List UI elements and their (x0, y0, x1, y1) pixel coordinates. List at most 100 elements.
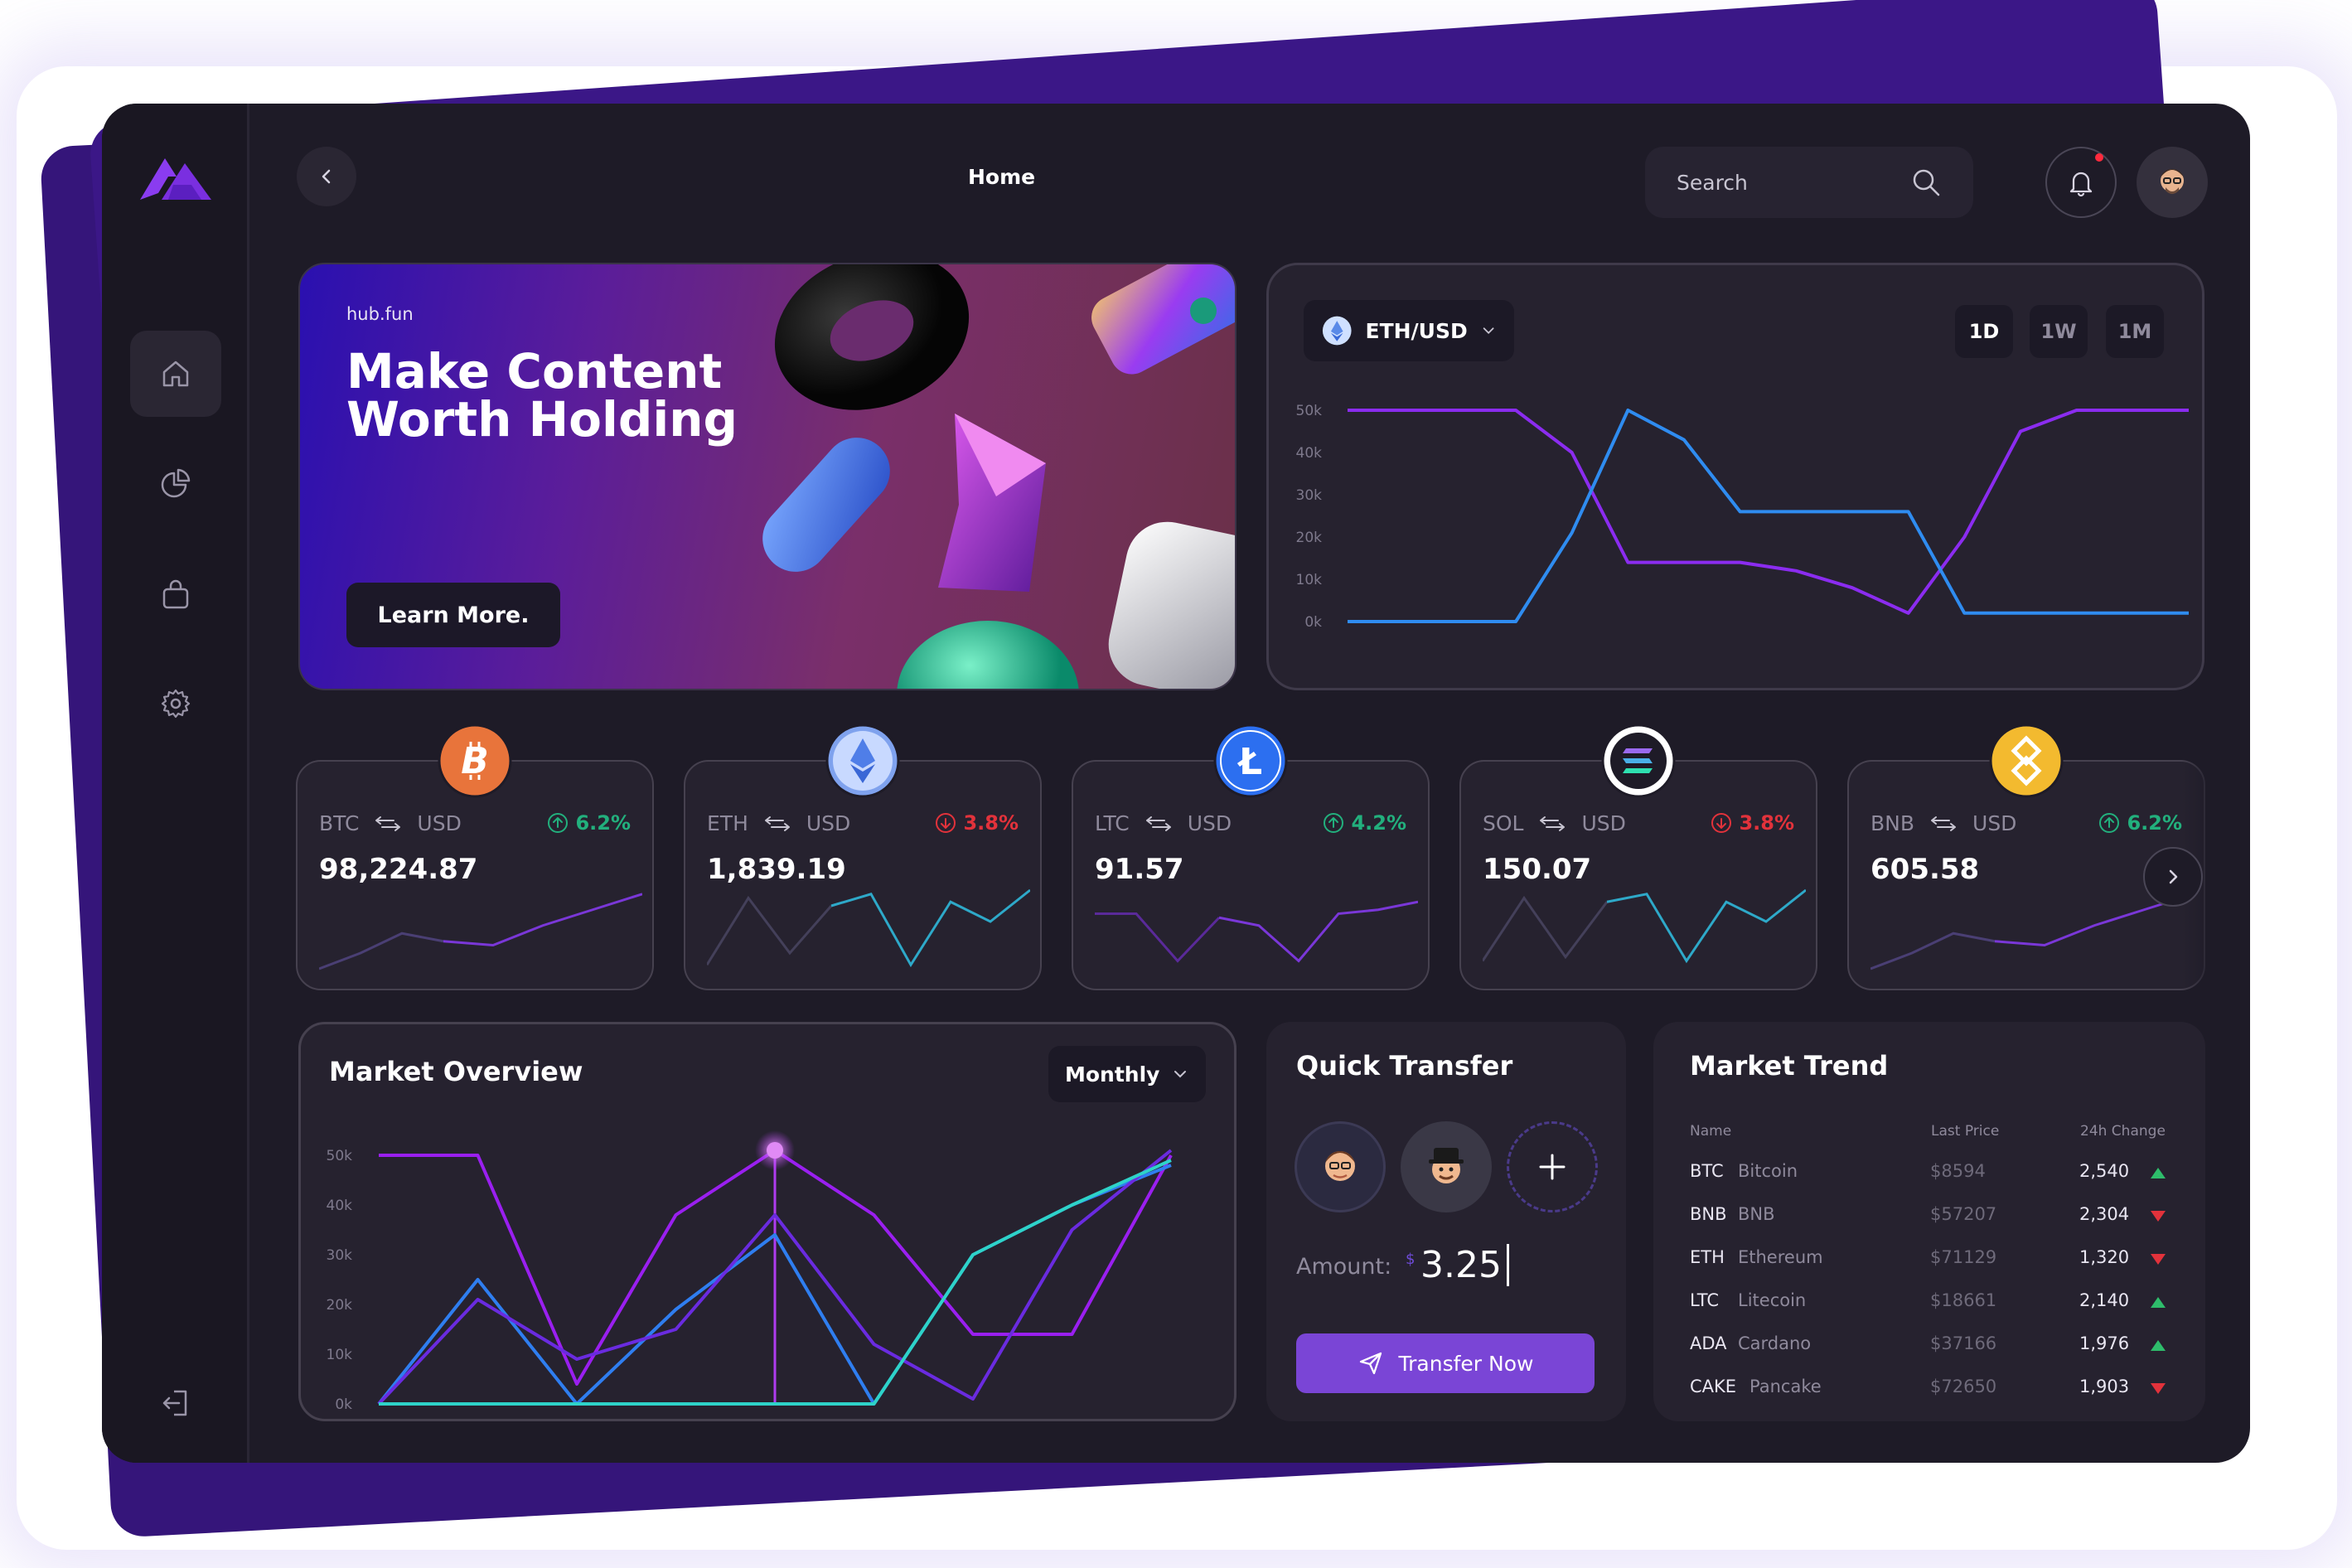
sidebar-item-settings[interactable] (130, 661, 221, 747)
coin-icon-badge (825, 724, 900, 798)
last-price: $8594 (1930, 1161, 1986, 1181)
sidebar-item-shop[interactable] (130, 551, 221, 637)
change-value: 2,304 (2079, 1204, 2130, 1224)
last-price: $72650 (1930, 1377, 1997, 1396)
exchange-arrows-icon (764, 815, 790, 831)
coin-change: 6.2% (2098, 811, 2182, 835)
range-1m-button[interactable]: 1M (2106, 305, 2164, 358)
coin-pair: BTC USD (319, 811, 462, 835)
transfer-now-button[interactable]: Transfer Now (1296, 1333, 1595, 1393)
coin-icon-badge: Ł (1213, 724, 1288, 798)
logout-button[interactable] (130, 1360, 221, 1446)
last-price: $18661 (1930, 1290, 1997, 1310)
coin-symbol: CAKE (1690, 1377, 1737, 1396)
ticker-next-button[interactable] (2143, 847, 2203, 907)
coin-symbol: BNB (1690, 1204, 1727, 1224)
arrow-up-circle-icon (2099, 813, 2120, 833)
range-1w-button[interactable]: 1W (2030, 305, 2088, 358)
range-1d-button[interactable]: 1D (1955, 305, 2013, 358)
period-dropdown[interactable]: Monthly (1048, 1046, 1206, 1102)
contact-avatar[interactable] (1401, 1121, 1492, 1212)
table-row[interactable]: CAKE Pancake $72650 1,903 (1690, 1377, 2179, 1410)
avatar-icon (1325, 1151, 1355, 1181)
hero-brand: hub.fun (346, 304, 414, 324)
quick-transfer-title: Quick Transfer (1296, 1050, 1513, 1082)
coin-change-value: 3.8% (1739, 811, 1794, 835)
bnb-icon (1989, 724, 2064, 798)
plus-icon (1539, 1154, 1566, 1180)
change-value: 1,320 (2079, 1247, 2130, 1267)
highlight-point[interactable] (767, 1142, 783, 1159)
notifications-button[interactable] (2045, 147, 2117, 218)
coin-symbol: BTC (1690, 1161, 1724, 1181)
arrow-down-circle-icon (936, 813, 956, 833)
litecoin-icon: Ł (1213, 724, 1288, 798)
coin-change: 6.2% (547, 811, 631, 835)
amount-input[interactable]: 3.25 (1420, 1244, 1509, 1286)
y-tick-label: 20k (327, 1297, 353, 1314)
home-icon (162, 361, 189, 387)
coin-name: Litecoin (1738, 1290, 1807, 1310)
pair-label: ETH/USD (1365, 318, 1468, 343)
coin-change: 3.8% (1711, 811, 1794, 835)
coin-symbol: LTC (1690, 1290, 1720, 1310)
coin-pair: SOL USD (1483, 811, 1626, 835)
triangle-up-icon (2151, 1297, 2166, 1308)
sidebar-item-analytics[interactable] (130, 440, 221, 526)
market-trend-card: Market Trend Name Last Price 24h Change … (1653, 1022, 2205, 1421)
table-row[interactable]: BNB BNB $57207 2,304 (1690, 1204, 2179, 1237)
contact-avatar[interactable] (1295, 1121, 1386, 1212)
add-contact-button[interactable] (1507, 1121, 1598, 1212)
market-overview-chart: 50k 40k 30k 20k 10k 0k (327, 1130, 1173, 1413)
coin-name: Pancake (1749, 1377, 1822, 1396)
y-tick-label: 30k (1296, 487, 1323, 504)
search-input[interactable] (1677, 170, 1884, 195)
triangle-up-icon (2151, 1168, 2166, 1178)
learn-more-button[interactable]: Learn More. (346, 583, 560, 647)
market-overview-title: Market Overview (329, 1056, 583, 1087)
coin-sparkline (707, 888, 1030, 968)
coin-icon-badge (1989, 724, 2064, 798)
y-tick-label: 0k (335, 1396, 352, 1413)
table-row[interactable]: LTC Litecoin $18661 2,140 (1690, 1290, 2179, 1324)
back-button[interactable] (297, 147, 356, 206)
svg-text:B: B (461, 740, 489, 782)
sparkline-segment (443, 893, 642, 947)
sparkline-segment (1870, 932, 1996, 970)
y-tick-label: 40k (327, 1198, 353, 1214)
coin-sparkline (1483, 888, 1806, 964)
triangle-up-icon (2151, 1340, 2166, 1351)
table-row[interactable]: ETH Ethereum $71129 1,320 (1690, 1247, 2179, 1280)
eth-line-chart: 50k 40k 30k 20k 10k 0k (1296, 403, 2189, 631)
notification-dot (2095, 153, 2103, 162)
coin-pair: LTC USD (1095, 811, 1232, 835)
exchange-arrows-icon (1145, 815, 1171, 831)
coin-quote: USD (417, 811, 462, 835)
search-icon[interactable] (1910, 167, 1942, 198)
ethereum-icon (825, 724, 900, 798)
bell-icon (2069, 172, 2093, 197)
sparkline-segment (1606, 888, 1806, 964)
solana-icon (1601, 724, 1676, 798)
coin-change-value: 6.2% (575, 811, 631, 835)
coin-change-value: 3.8% (963, 811, 1019, 835)
coin-quote: USD (1581, 811, 1626, 835)
search-bar[interactable] (1645, 147, 1973, 218)
table-row[interactable]: ADA Cardano $37166 1,976 (1690, 1333, 2179, 1367)
column-header-24h-change: 24h Change (2080, 1123, 2166, 1140)
sidebar-item-home[interactable] (130, 331, 221, 417)
transfer-now-label: Transfer Now (1398, 1351, 1534, 1376)
coin-change: 4.2% (1323, 811, 1406, 835)
hero-banner: hub.fun Make Content Worth Holding Learn… (298, 263, 1236, 690)
coin-name: BNB (1738, 1204, 1775, 1224)
last-price: $71129 (1930, 1247, 1997, 1267)
y-tick-label: 30k (327, 1247, 353, 1264)
arrow-up-circle-icon (1324, 813, 1344, 833)
pair-selector[interactable]: ETH/USD (1304, 300, 1514, 361)
change-value: 1,976 (2079, 1333, 2130, 1353)
table-row[interactable]: BTC Bitcoin $8594 2,540 (1690, 1161, 2179, 1194)
logout-icon (162, 1390, 187, 1416)
user-avatar[interactable] (2137, 147, 2208, 218)
triangle-down-icon (2151, 1254, 2166, 1265)
ethereum-icon (1322, 316, 1352, 346)
